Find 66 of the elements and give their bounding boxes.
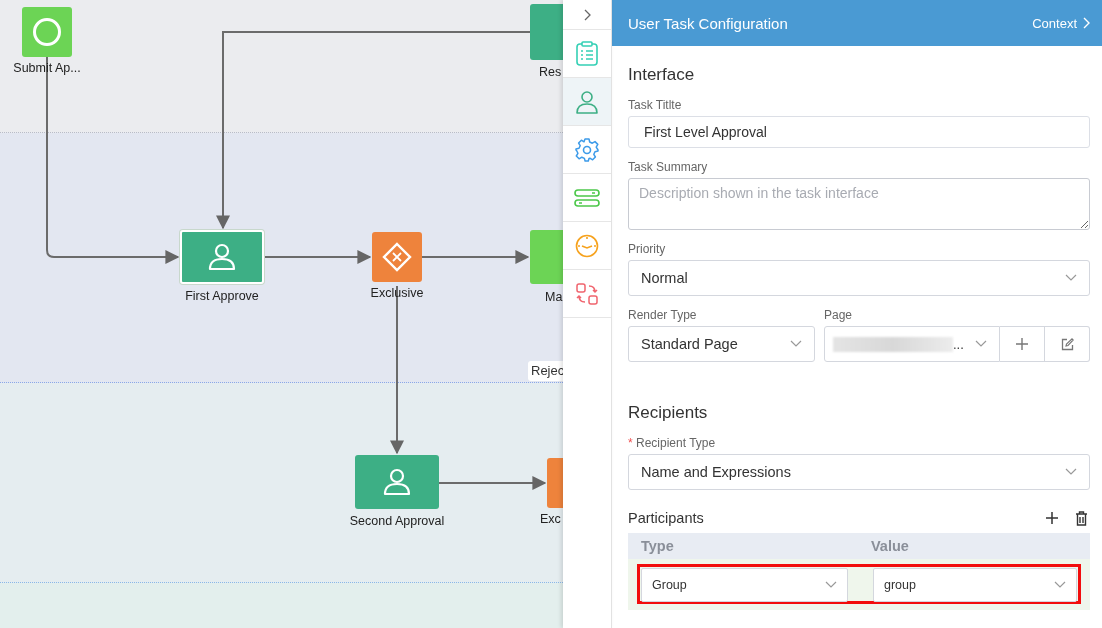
section-heading: Interface xyxy=(628,64,696,86)
textarea-field[interactable]: Description shown in the task interface xyxy=(628,178,1090,230)
diamond-icon xyxy=(382,242,412,272)
column-header: Type xyxy=(640,538,675,554)
select-field[interactable]: Normal xyxy=(628,260,1090,296)
user-tab[interactable] xyxy=(563,78,611,126)
caret-icon xyxy=(1065,468,1077,476)
storage-tab[interactable] xyxy=(563,174,611,222)
select-field[interactable]: Name and Expressions xyxy=(628,454,1090,490)
plus-icon xyxy=(1045,511,1059,525)
clipboard-list-icon xyxy=(575,40,599,67)
task-node[interactable] xyxy=(530,4,563,60)
user-icon xyxy=(382,468,412,496)
field-label: Priority xyxy=(628,242,667,257)
collapse-button[interactable] xyxy=(563,0,611,30)
select-field[interactable]: group xyxy=(873,568,1077,602)
node-label: Ma xyxy=(545,289,563,305)
chevron-right-icon xyxy=(1082,17,1090,29)
caret-icon xyxy=(1065,274,1077,282)
chevron-right-icon xyxy=(582,8,592,21)
clock-tab[interactable] xyxy=(563,222,611,270)
swap-tab[interactable] xyxy=(563,270,611,318)
task-node[interactable] xyxy=(355,455,439,509)
user-icon xyxy=(207,243,237,271)
field-label: * Recipient Type xyxy=(628,436,717,451)
caret-icon xyxy=(825,581,837,589)
user-icon xyxy=(575,89,599,114)
edit-button[interactable] xyxy=(1045,326,1090,362)
field-label: Page xyxy=(824,308,854,323)
field-label: Render Type xyxy=(628,308,698,323)
caret-icon xyxy=(975,340,987,348)
task-node[interactable] xyxy=(530,230,563,284)
start-node[interactable] xyxy=(22,7,72,57)
clock-icon xyxy=(575,233,599,258)
node-label: Exc xyxy=(540,511,561,527)
input-field[interactable]: First Level Approval xyxy=(628,116,1090,148)
add-button[interactable] xyxy=(1000,326,1045,362)
node-label: First Approve xyxy=(185,288,259,304)
edit-icon xyxy=(1060,337,1074,351)
settings-tab[interactable] xyxy=(563,126,611,174)
participants-label: Participants xyxy=(628,510,705,526)
settings-icon xyxy=(575,137,599,162)
section-heading: Recipients xyxy=(628,402,709,424)
column-header: Value xyxy=(871,538,909,554)
caret-icon xyxy=(1054,581,1066,589)
storage-icon xyxy=(574,187,600,208)
plus-icon xyxy=(1015,337,1029,351)
gateway-node[interactable] xyxy=(547,458,563,508)
circle-icon xyxy=(32,17,62,47)
add-button[interactable] xyxy=(1043,511,1061,525)
gateway-node[interactable] xyxy=(372,232,422,282)
select-field[interactable]: Group xyxy=(641,568,848,602)
field-label: Task Titlte xyxy=(628,98,683,113)
select-field[interactable]: Standard Page xyxy=(628,326,815,362)
panel-title: User Task Configuration xyxy=(628,14,788,32)
trash-icon xyxy=(1075,510,1088,526)
swap-icon xyxy=(575,281,599,306)
task-node[interactable] xyxy=(180,230,264,284)
select-field[interactable]: ... xyxy=(824,326,1000,362)
required-mark: * xyxy=(628,436,633,450)
node-label: Res xyxy=(539,64,562,80)
caret-icon xyxy=(790,340,802,348)
field-label: Task Summary xyxy=(628,160,709,175)
list-tab[interactable] xyxy=(563,30,611,78)
node-label: Second Approval xyxy=(349,513,445,529)
delete-button[interactable] xyxy=(1073,510,1090,526)
